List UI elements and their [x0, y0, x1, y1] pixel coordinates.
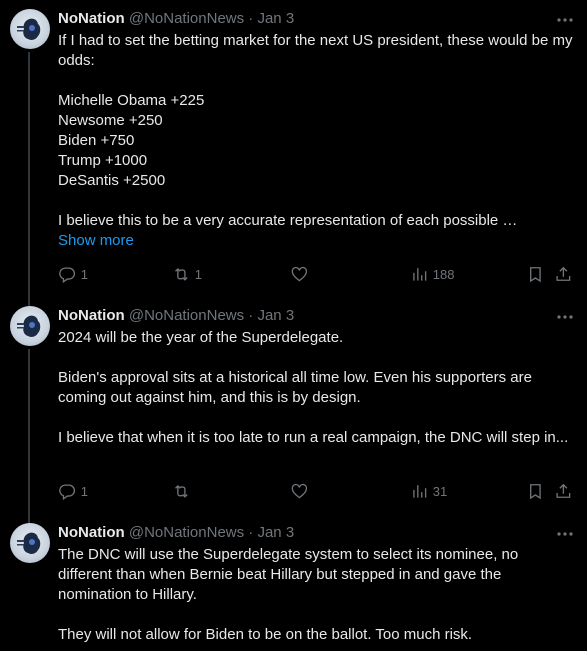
tweet-header: NoNation @NoNationNews · Jan 3 — [58, 306, 294, 326]
repost-icon — [175, 484, 188, 498]
tweet-text: The DNC will use the Superdelegate syste… — [58, 546, 519, 643]
share-button[interactable] — [554, 481, 573, 501]
tweet-text: 2024 will be the year of the Superdelega… — [58, 329, 569, 446]
avatar[interactable] — [10, 306, 50, 346]
avatar[interactable] — [10, 523, 50, 563]
repost-button[interactable] — [172, 481, 195, 501]
share-icon — [556, 483, 571, 498]
views-icon — [413, 484, 427, 498]
bookmark-icon — [530, 266, 541, 282]
author-handle[interactable]: @NoNationNews — [129, 10, 244, 27]
repost-icon — [175, 267, 188, 281]
bookmark-icon — [530, 483, 541, 499]
like-button[interactable] — [290, 481, 309, 501]
reply-count: 1 — [80, 483, 88, 499]
views-button[interactable]: 31 — [410, 481, 447, 501]
share-icon — [556, 266, 571, 281]
heart-icon — [291, 266, 308, 282]
tweet-date[interactable]: Jan 3 — [257, 524, 294, 541]
tweet-actions: 1 31 — [58, 481, 573, 501]
views-count: 188 — [432, 266, 455, 282]
separator-dot: · — [244, 10, 258, 27]
tweet[interactable]: NoNation @NoNationNews · Jan 3 The DNC w… — [0, 514, 587, 651]
views-icon — [413, 267, 427, 281]
reply-button[interactable]: 1 — [58, 481, 88, 501]
tweet-text-content: If I had to set the betting market for t… — [58, 32, 573, 229]
reply-icon — [59, 484, 75, 500]
heart-icon — [291, 483, 308, 499]
author-handle[interactable]: @NoNationNews — [129, 524, 244, 541]
tweet-header: NoNation @NoNationNews · Jan 3 — [58, 9, 294, 29]
views-button[interactable]: 188 — [410, 264, 454, 284]
separator-dot: · — [244, 307, 258, 324]
reply-count: 1 — [80, 266, 88, 282]
bookmark-button[interactable] — [526, 481, 545, 501]
tweet-header: NoNation @NoNationNews · Jan 3 — [58, 523, 294, 543]
more-dots-icon[interactable] — [555, 307, 575, 327]
tweet[interactable]: NoNation @NoNationNews · Jan 3 If I had … — [0, 0, 587, 297]
author-name[interactable]: NoNation — [58, 10, 125, 27]
author-name[interactable]: NoNation — [58, 524, 125, 541]
separator-dot: · — [244, 524, 258, 541]
share-button[interactable] — [554, 264, 573, 284]
reply-button[interactable]: 1 — [58, 264, 88, 284]
reply-icon — [59, 267, 75, 283]
show-more-link[interactable]: Show more — [58, 232, 134, 249]
tweet-text: If I had to set the betting market for t… — [58, 31, 573, 251]
tweet[interactable]: NoNation @NoNationNews · Jan 3 2024 will… — [0, 297, 587, 514]
tweet-date[interactable]: Jan 3 — [257, 10, 294, 27]
more-dots-icon[interactable] — [555, 10, 575, 30]
bookmark-button[interactable] — [526, 264, 545, 284]
tweet-actions: 1 1 188 — [58, 264, 573, 284]
repost-count: 1 — [194, 266, 202, 282]
like-button[interactable] — [290, 264, 309, 284]
author-handle[interactable]: @NoNationNews — [129, 307, 244, 324]
more-dots-icon[interactable] — [555, 524, 575, 544]
tweet-date[interactable]: Jan 3 — [257, 307, 294, 324]
avatar[interactable] — [10, 9, 50, 49]
author-name[interactable]: NoNation — [58, 307, 125, 324]
views-count: 31 — [432, 483, 448, 499]
repost-button[interactable]: 1 — [172, 264, 202, 284]
